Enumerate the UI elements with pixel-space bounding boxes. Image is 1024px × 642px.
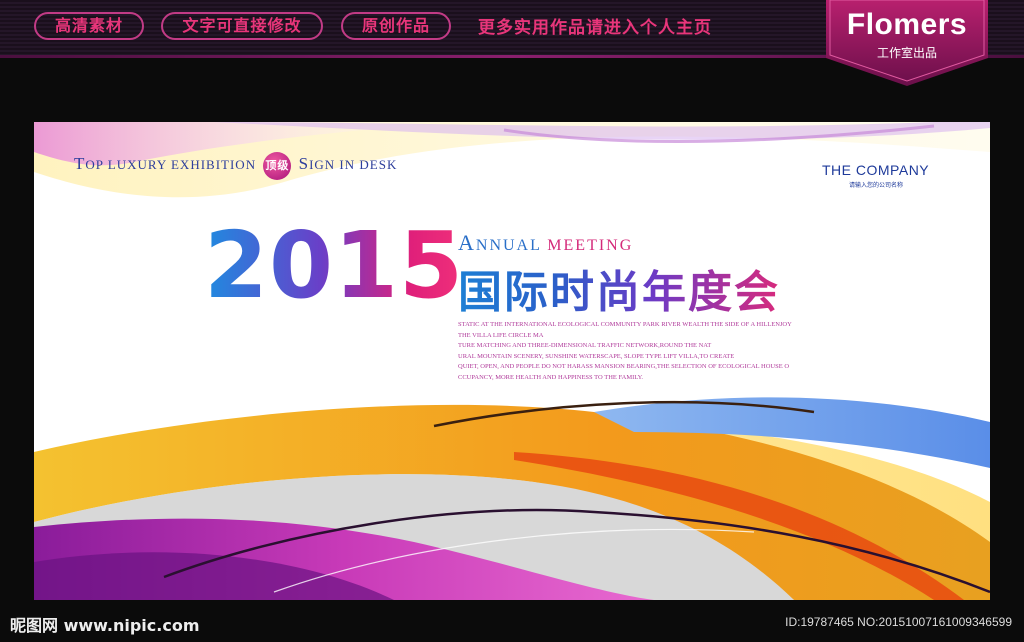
meeting-word: MEETING	[547, 237, 634, 254]
annual-cap: A	[458, 230, 476, 255]
tagline-part1-cap: T	[74, 153, 86, 173]
tagline-part2: IGN IN DESK	[309, 156, 398, 172]
watermark-logo: 昵图网 www.nipic.com	[10, 616, 200, 635]
brand-badge: Flomers 工作室出品	[826, 0, 988, 86]
hd-material-button[interactable]: 高清素材	[34, 12, 144, 40]
homepage-link[interactable]: 更多实用作品请进入个人主页	[478, 13, 712, 38]
chinese-title: 国际时尚年度会	[458, 256, 780, 320]
description-line: THE VILLA LIFE CIRCLE MA	[458, 331, 544, 339]
description-line: STATIC AT THE INTERNATIONAL ECOLOGICAL C…	[458, 321, 792, 328]
description-line: QUIET, OPEN, AND PEOPLE DO NOT HARASS MA…	[458, 363, 790, 370]
description-line: URAL MOUNTAIN SCENERY, SUNSHINE WATERSCA…	[458, 352, 735, 360]
annual-meeting-banner: TOP LUXURY EXHIBITION 顶级 SIGN IN DESK TH…	[34, 122, 990, 600]
description-line: CCUPANCY, MORE HEALTH AND HAPPINESS TO T…	[458, 373, 644, 381]
original-work-button[interactable]: 原创作品	[341, 12, 451, 40]
top-luxury-tagline: TOP LUXURY EXHIBITION 顶级 SIGN IN DESK	[74, 152, 397, 180]
description-line: TURE MATCHING AND THREE-DIMENSIONAL TRAF…	[458, 342, 712, 349]
annual-word: NNUAL	[475, 237, 542, 254]
annual-meeting-heading: ANNUAL MEETING	[458, 230, 633, 256]
brand-subtitle: 工作室出品	[876, 46, 937, 60]
tagline-part1: OP LUXURY EXHIBITION	[85, 156, 257, 172]
brand-name: Flomers	[846, 8, 968, 41]
description-block: STATIC AT THE INTERNATIONAL ECOLOGICAL C…	[458, 320, 858, 383]
image-id-label: ID:19787465 NO:20151007161009346599	[785, 615, 1012, 629]
editable-text-button[interactable]: 文字可直接修改	[161, 12, 323, 40]
company-name: THE COMPANY	[822, 162, 930, 178]
company-name-placeholder: 请输入您的公司名称	[849, 182, 904, 189]
year-title: 2015	[204, 212, 465, 319]
tagline-part2-cap: S	[298, 153, 310, 173]
top-level-badge: 顶级	[263, 152, 292, 180]
